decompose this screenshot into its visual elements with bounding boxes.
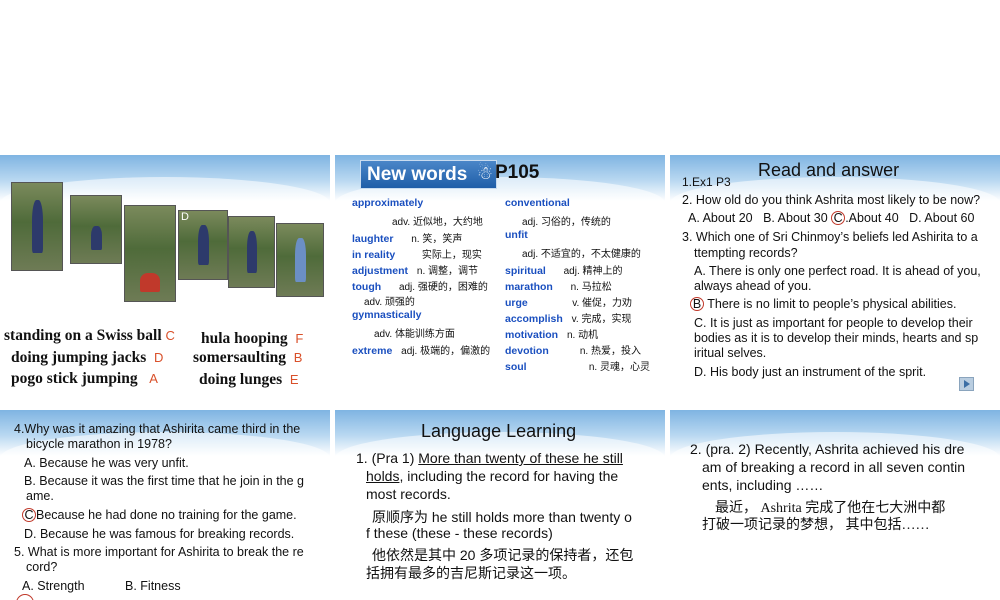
photo-jumping-jacks: D	[178, 210, 228, 280]
sentence-line-1: 1. (Pra 1) More than twenty of these he …	[356, 450, 623, 466]
exercise-ref: 1.Ex1 P3	[682, 175, 731, 189]
activity-5: somersaulting B	[193, 349, 303, 366]
sentence-line-1: 2. (pra. 2) Recently, Ashrita achieved h…	[690, 441, 965, 457]
activity-3: pogo stick jumping A	[11, 370, 158, 387]
slide-activities[interactable]: D standing on a Swiss ball C doing jumpi…	[0, 155, 330, 400]
slide-new-words[interactable]: New words ☃ P105 approximately adv. 近似地，…	[335, 155, 665, 400]
sentence-line-2: holds, including the record for having t…	[366, 468, 619, 484]
option-d: D. Because he was famous for breaking re…	[24, 527, 295, 541]
q5-option-a: A. Strength	[22, 579, 85, 593]
photo-label: D	[181, 211, 189, 223]
translation: 他依然是其中 20 多项记录的保持者，还包	[372, 547, 634, 563]
slide-title: Language Learning	[421, 421, 577, 441]
new-words-badge: New words ☃	[360, 160, 497, 189]
option-c: C Because he had done no training for the…	[22, 508, 297, 523]
slide-read-and-answer[interactable]: Read and answer 1.Ex1 P3 2. How old do y…	[670, 155, 1000, 400]
option-a: A. Because he was very unfit.	[24, 456, 189, 470]
answer-circle: C	[831, 211, 846, 225]
option-a: A. There is only one perfect road. It is…	[694, 264, 981, 278]
option-c: C. It is just as important for people to…	[694, 316, 973, 330]
vocab-right-column: conventional adj. 习俗的，传统的 unfit adj. 不适宜…	[505, 197, 650, 373]
option-b: B There is no limit to people’s physical…	[690, 297, 956, 312]
note-original-order: 原顺序为 he still holds more than twenty o	[372, 509, 632, 525]
photo-somersault	[70, 195, 122, 264]
slide-title: Read and answer	[758, 160, 900, 180]
answer-circle	[16, 594, 34, 600]
activity-4: hula hooping F	[201, 330, 304, 347]
question-2-options: A. About 20 B. About 30 C .About 40 D. Ab…	[688, 211, 975, 225]
activity-2: doing jumping jacks D	[11, 349, 164, 366]
vocab-word: approximately	[352, 197, 424, 209]
q5-option-b: B. Fitness	[125, 579, 181, 593]
question-2: 2. How old do you think Ashrita most lik…	[682, 193, 981, 207]
play-icon	[964, 380, 970, 388]
question-4: 4.Why was it amazing that Ashirita came …	[14, 422, 301, 436]
photo-swiss-ball	[11, 182, 63, 271]
slide-sentence-2[interactable]: 2. (pra. 2) Recently, Ashrita achieved h…	[670, 410, 1000, 600]
page-number: P105	[495, 162, 540, 183]
vocab-def: adv. 近似地，大约地	[392, 217, 483, 228]
photo-hula-hoop	[276, 223, 324, 297]
vocab-left-column: approximately adv. 近似地，大约地 laughter n. 笑…	[352, 197, 512, 357]
activity-6: doing lunges E	[199, 371, 299, 388]
question-3: 3. Which one of Sri Chinmoy’s beliefs le…	[682, 230, 978, 244]
photo-lunges	[228, 216, 275, 288]
slide-questions-4-5[interactable]: 4.Why was it amazing that Ashirita came …	[0, 410, 330, 600]
snowman-icon: ☃	[476, 163, 493, 183]
answer-circle: B	[690, 297, 704, 311]
question-5: 5. What is more important for Ashirita t…	[14, 545, 304, 559]
answer-circle: C	[22, 508, 36, 522]
photo-pogo-stick	[124, 205, 176, 302]
option-d: D. His body just an instrument of the sp…	[694, 365, 927, 379]
activity-1: standing on a Swiss ball C	[4, 327, 175, 344]
option-b: B. Because it was the first time that he…	[24, 474, 305, 488]
play-button[interactable]	[959, 377, 974, 391]
slide-language-learning[interactable]: Language Learning 1. (Pra 1) More than t…	[335, 410, 665, 600]
